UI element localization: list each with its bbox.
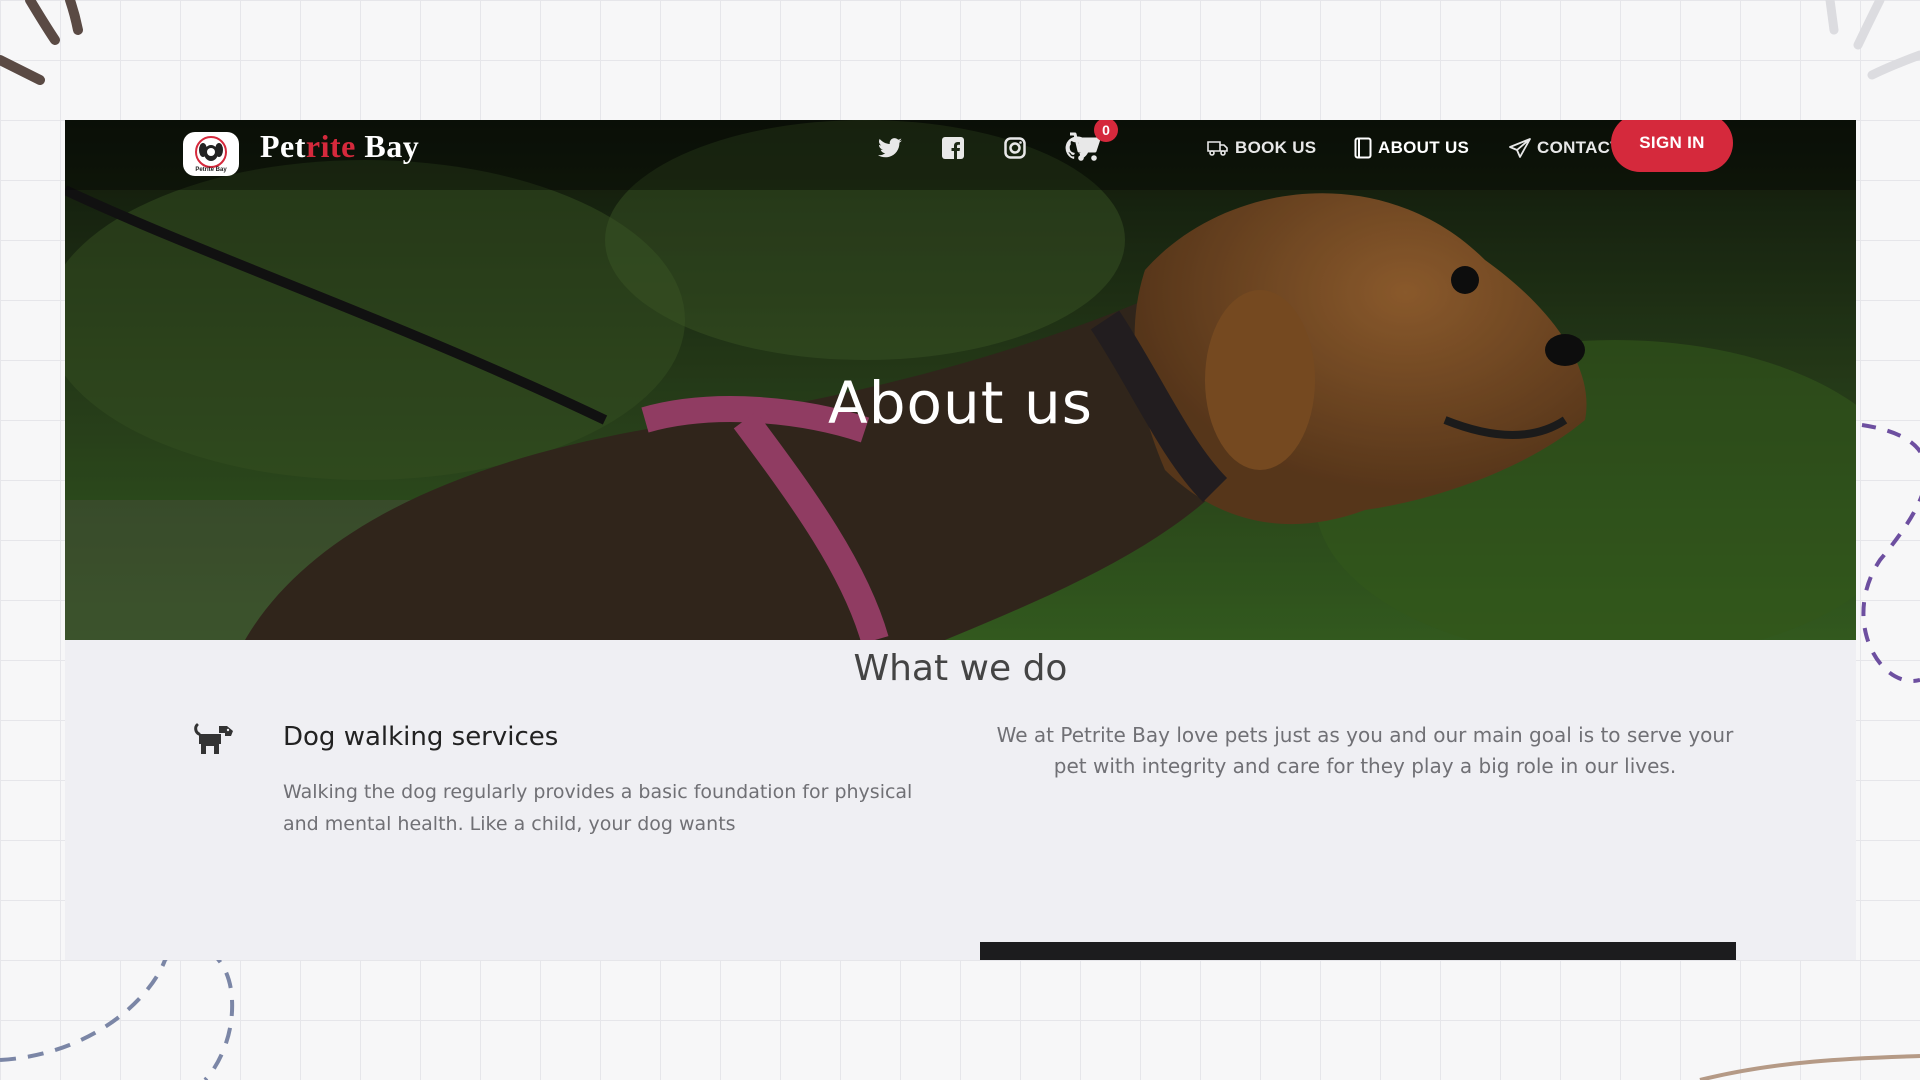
nav-book-us-label: BOOK US xyxy=(1235,138,1317,157)
dog-icon xyxy=(194,723,233,754)
logo-dog-icon: Petrite Bay xyxy=(195,136,227,173)
nav-book-us[interactable]: BOOK US xyxy=(1207,134,1316,162)
service-title: Dog walking services xyxy=(283,722,559,752)
service-description: Walking the dog regularly provides a bas… xyxy=(283,781,913,835)
intro-image xyxy=(980,942,1736,960)
sign-in-button[interactable]: SIGN IN xyxy=(1611,120,1733,172)
brand-name[interactable]: Petrite Bay xyxy=(260,128,419,165)
intro-paragraph: We at Petrite Bay love pets just as you … xyxy=(996,723,1734,778)
facebook-icon[interactable] xyxy=(939,134,967,162)
cart-count-badge: 0 xyxy=(1094,120,1118,142)
hero-banner: Petrite Bay Petrite Bay 0 BOOK US ABOUT … xyxy=(65,120,1856,640)
nav-about-us[interactable]: ABOUT US xyxy=(1354,134,1469,162)
svg-text:Petrite Bay: Petrite Bay xyxy=(195,167,227,173)
section-title: What we do xyxy=(853,648,1068,689)
top-navbar: Petrite Bay Petrite Bay 0 BOOK US ABOUT … xyxy=(65,120,1856,176)
instagram-icon[interactable] xyxy=(1001,134,1029,162)
logo[interactable]: Petrite Bay xyxy=(183,132,239,176)
book-icon xyxy=(1354,137,1372,159)
paper-plane-icon xyxy=(1509,138,1531,158)
truck-icon xyxy=(1207,141,1228,156)
brand-accent: rite xyxy=(305,128,356,164)
brand-suffix: Bay xyxy=(355,128,420,164)
twitter-icon[interactable] xyxy=(876,134,904,162)
brand-prefix: Pet xyxy=(260,128,306,164)
browser-page: Petrite Bay Petrite Bay 0 BOOK US ABOUT … xyxy=(65,120,1856,960)
nav-about-us-label: ABOUT US xyxy=(1378,138,1470,157)
hero-title: About us xyxy=(828,368,1093,437)
